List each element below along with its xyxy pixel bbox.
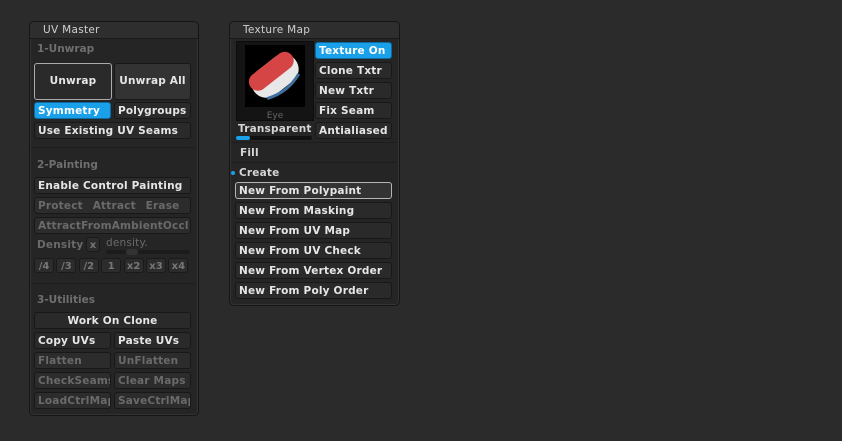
texture-thumbnail-image: [245, 45, 305, 107]
section-divider: [31, 283, 195, 284]
paste-uvs-button[interactable]: Paste UVs: [114, 332, 191, 349]
polygroups-toggle[interactable]: Polygroups: [114, 102, 191, 119]
attract-from-ambient-occlusion-button[interactable]: AttractFromAmbientOccl: [34, 217, 191, 234]
texture-thumbnail[interactable]: Eye: [236, 41, 314, 121]
erase-mode[interactable]: Erase: [146, 200, 180, 212]
density-multiplier-button[interactable]: /3: [56, 258, 77, 273]
new-from-vertex-order-button[interactable]: New From Vertex Order: [235, 262, 392, 279]
uv-master-title[interactable]: UV Master: [30, 22, 198, 39]
protect-mode[interactable]: Protect: [38, 200, 83, 212]
create-bullet-icon: [231, 171, 235, 175]
density-multiplier-button[interactable]: x3: [146, 258, 166, 273]
create-subpalette-label[interactable]: Create: [239, 167, 279, 179]
symmetry-toggle[interactable]: Symmetry: [34, 102, 111, 119]
clear-maps-button[interactable]: Clear Maps: [114, 372, 191, 389]
fill-button[interactable]: Fill: [240, 147, 259, 159]
texture-on-toggle[interactable]: Texture On: [315, 42, 392, 59]
transparent-slider-fill: [236, 136, 250, 140]
flatten-button[interactable]: Flatten: [34, 352, 111, 369]
density-label: Density: [37, 239, 84, 251]
density-slider-label: density.: [106, 237, 148, 249]
attract-mode[interactable]: Attract: [93, 200, 136, 212]
control-paint-modes[interactable]: Protect Attract Erase: [34, 197, 191, 214]
unwrap-button[interactable]: Unwrap: [34, 63, 112, 100]
new-from-uv-check-button[interactable]: New From UV Check: [235, 242, 392, 259]
density-x-button[interactable]: x: [86, 237, 100, 252]
transparent-slider[interactable]: [236, 136, 312, 140]
transparent-label[interactable]: Transparent: [238, 123, 312, 135]
section-divider: [231, 162, 396, 163]
unflatten-button[interactable]: UnFlatten: [114, 352, 191, 369]
section-divider: [31, 147, 195, 148]
density-slider-handle[interactable]: [126, 249, 138, 255]
fix-seam-button[interactable]: Fix Seam: [315, 102, 392, 119]
check-seams-button[interactable]: CheckSeams: [34, 372, 111, 389]
clone-txtr-button[interactable]: Clone Txtr: [315, 62, 392, 79]
density-multiplier-button[interactable]: 1: [101, 258, 122, 273]
save-ctrl-map-button[interactable]: SaveCtrlMap: [114, 392, 191, 409]
density-multiplier-button[interactable]: /2: [78, 258, 99, 273]
section-utilities-label: 3-Utilities: [37, 294, 95, 306]
load-ctrl-map-button[interactable]: LoadCtrlMap: [34, 392, 111, 409]
work-on-clone-button[interactable]: Work On Clone: [34, 312, 191, 329]
unwrap-all-button[interactable]: Unwrap All: [114, 63, 191, 100]
density-slider[interactable]: [106, 249, 190, 255]
section-divider: [231, 142, 396, 143]
density-multiplier-button[interactable]: x2: [123, 258, 144, 273]
density-multiplier-button[interactable]: /4: [34, 258, 54, 273]
new-from-masking-button[interactable]: New From Masking: [235, 202, 392, 219]
texture-preview-canvas: [417, 0, 842, 441]
texture-map-title[interactable]: Texture Map: [230, 22, 399, 39]
texture-thumbnail-label: Eye: [266, 111, 284, 121]
eye-texture-uv-shell: [417, 0, 842, 441]
antialiased-toggle[interactable]: Antialiased: [315, 122, 392, 139]
new-from-polypaint-button[interactable]: New From Polypaint: [235, 182, 392, 199]
section-painting-label: 2-Painting: [37, 159, 98, 171]
new-txtr-button[interactable]: New Txtr: [315, 82, 392, 99]
use-existing-uv-seams-toggle[interactable]: Use Existing UV Seams: [34, 122, 191, 139]
density-multiplier-button[interactable]: x4: [168, 258, 189, 273]
enable-control-painting-toggle[interactable]: Enable Control Painting: [34, 177, 191, 194]
section-unwrap-label: 1-Unwrap: [37, 43, 95, 55]
new-from-uv-map-button[interactable]: New From UV Map: [235, 222, 392, 239]
new-from-poly-order-button[interactable]: New From Poly Order: [235, 282, 392, 299]
copy-uvs-button[interactable]: Copy UVs: [34, 332, 111, 349]
